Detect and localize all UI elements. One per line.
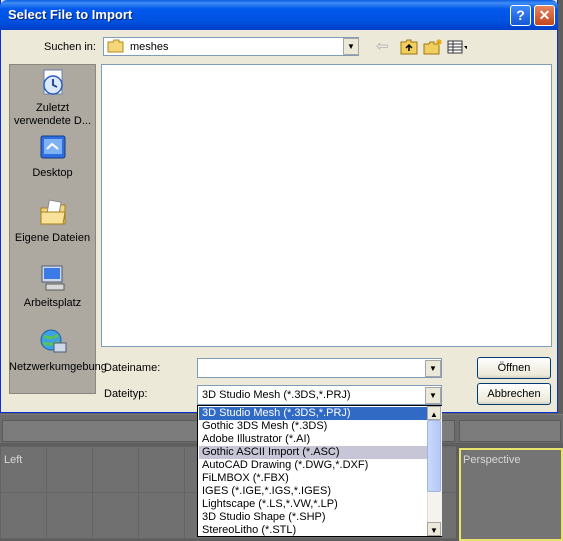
help-button[interactable]: ? (510, 5, 531, 26)
folder-icon (107, 39, 124, 53)
place-my-computer-label: Arbeitsplatz (23, 297, 82, 309)
back-icon[interactable]: ⇦ (376, 38, 396, 56)
close-button[interactable]: ✕ (534, 5, 555, 26)
filetype-option[interactable]: Gothic 3DS Mesh (*.3DS) (199, 420, 429, 433)
place-recent-label: Zuletzt verwendete D... (13, 102, 92, 127)
filetype-option[interactable]: Gothic ASCII Import (*.ASC) (199, 446, 429, 459)
window-title: Select File to Import (8, 7, 133, 22)
place-my-computer[interactable]: Arbeitsplatz (9, 263, 96, 310)
filetype-option[interactable]: Adobe Illustrator (*.AI) (199, 433, 429, 446)
file-list[interactable] (101, 64, 552, 347)
up-folder-icon[interactable] (399, 38, 419, 56)
filetype-option[interactable]: AutoCAD Drawing (*.DWG,*.DXF) (199, 459, 429, 472)
filetype-option[interactable]: FiLMBOX (*.FBX) (199, 472, 429, 485)
place-network[interactable]: Netzwerkumgebung (9, 327, 107, 374)
filetype-label: Dateityp: (104, 388, 148, 400)
desktop-icon (40, 135, 65, 159)
place-network-label: Netzwerkumgebung (9, 361, 107, 373)
filename-dropdown-arrow[interactable]: ▼ (425, 360, 441, 377)
scroll-thumb[interactable] (427, 420, 441, 492)
scroll-down-arrow[interactable]: ▼ (427, 522, 441, 536)
filetype-option[interactable]: StereoLitho (*.STL) (199, 524, 429, 536)
place-recent[interactable]: Zuletzt verwendete D... (9, 68, 96, 128)
filetype-option[interactable]: 3D Studio Mesh (*.3DS,*.PRJ) (199, 407, 429, 420)
cancel-button[interactable]: Abbrechen (477, 383, 551, 405)
filetype-dropdown-arrow[interactable]: ▼ (425, 387, 441, 404)
viewport-perspective-label: Perspective (463, 454, 521, 466)
recent-documents-icon (42, 69, 63, 95)
filetype-value: 3D Studio Mesh (*.3DS,*.PRJ) (202, 389, 351, 401)
my-documents-icon (40, 199, 66, 225)
filetype-option[interactable]: 3D Studio Shape (*.SHP) (199, 511, 429, 524)
place-desktop-label: Desktop (32, 167, 73, 179)
filename-input[interactable] (197, 358, 442, 378)
filetype-option[interactable]: IGES (*.IGE,*.IGS,*.IGES) (199, 485, 429, 498)
filetype-option[interactable]: Lightscape (*.LS,*.VW,*.LP) (199, 498, 429, 511)
look-in-label: Suchen in: (44, 41, 96, 53)
viewport-header-right (459, 420, 561, 442)
view-menu-icon[interactable] (447, 38, 467, 56)
place-my-documents[interactable]: Eigene Dateien (9, 198, 96, 245)
place-my-documents-label: Eigene Dateien (14, 232, 91, 244)
my-computer-icon (41, 265, 64, 291)
viewport-left-label: Left (4, 454, 23, 466)
network-places-icon (40, 329, 66, 353)
open-button[interactable]: Öffnen (477, 357, 551, 379)
place-desktop[interactable]: Desktop (9, 133, 96, 180)
filename-label: Dateiname: (104, 362, 161, 374)
look-in-dropdown-arrow[interactable]: ▼ (343, 38, 359, 55)
new-folder-icon[interactable] (422, 38, 442, 56)
filetype-dropdown-list[interactable]: 3D Studio Mesh (*.3DS,*.PRJ) Gothic 3DS … (197, 405, 442, 537)
look-in-value: meshes (130, 41, 169, 53)
scroll-up-arrow[interactable]: ▲ (427, 406, 441, 420)
